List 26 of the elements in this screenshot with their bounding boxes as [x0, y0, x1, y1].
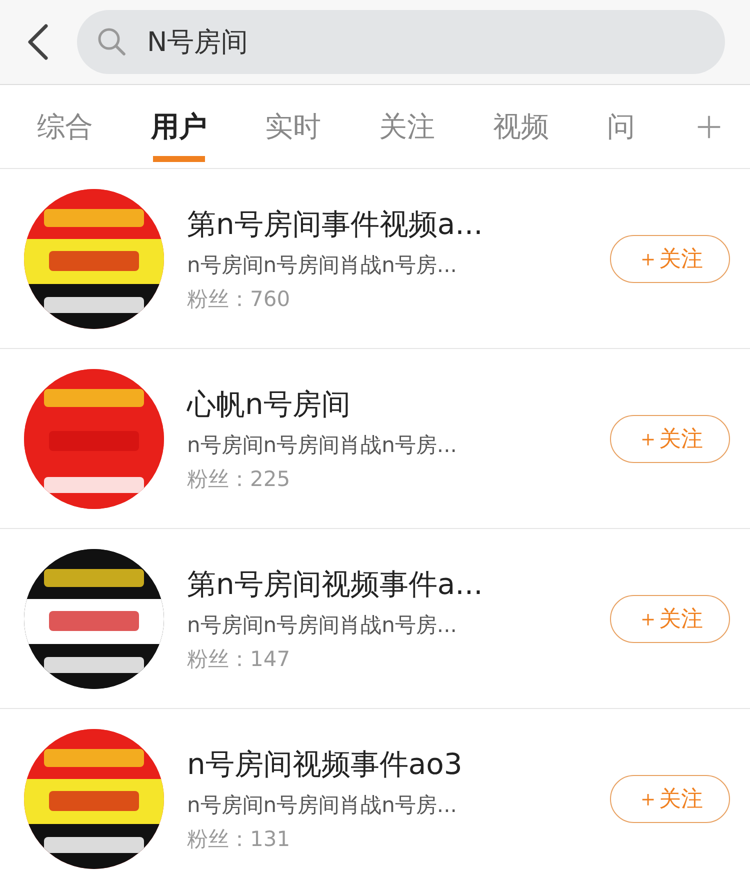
search-text: N号房间 — [147, 26, 248, 60]
user-name[interactable]: 心帆n号房间 — [187, 384, 610, 424]
follow-button[interactable]: ＋关注 — [610, 234, 730, 282]
fans-count: 粉丝：131 — [187, 826, 292, 852]
tab[interactable]: 视频 — [493, 85, 549, 168]
user-name[interactable]: 第n号房间事件视频a... — [187, 204, 610, 244]
tab[interactable]: 关注 — [379, 85, 435, 168]
user-bio: n号房间n号房间肖战n号房... — [187, 252, 458, 278]
search-field[interactable]: N号房间 — [77, 10, 725, 74]
follow-button[interactable]: ＋关注 — [610, 414, 730, 462]
fans-count: 粉丝：147 — [187, 646, 292, 672]
follow-button[interactable]: ＋关注 — [610, 594, 730, 642]
search-icon — [97, 27, 127, 57]
user-name[interactable]: n号房间视频事件ao3 — [187, 744, 610, 784]
tab[interactable]: 综合 — [37, 85, 93, 168]
back-icon[interactable] — [26, 22, 50, 62]
user-bio: n号房间n号房间肖战n号房... — [187, 432, 458, 458]
fans-count: 粉丝：225 — [187, 466, 292, 492]
user-name[interactable]: 第n号房间视频事件a... — [187, 564, 610, 604]
tab[interactable]: 实时 — [265, 85, 321, 168]
user-bio: n号房间n号房间肖战n号房... — [187, 612, 458, 638]
tab[interactable]: 问 — [607, 85, 635, 168]
follow-button[interactable]: ＋关注 — [610, 774, 730, 822]
user-bio: n号房间n号房间肖战n号房... — [187, 792, 458, 818]
add-icon[interactable] — [696, 114, 722, 140]
fans-count: 粉丝：760 — [187, 286, 292, 312]
